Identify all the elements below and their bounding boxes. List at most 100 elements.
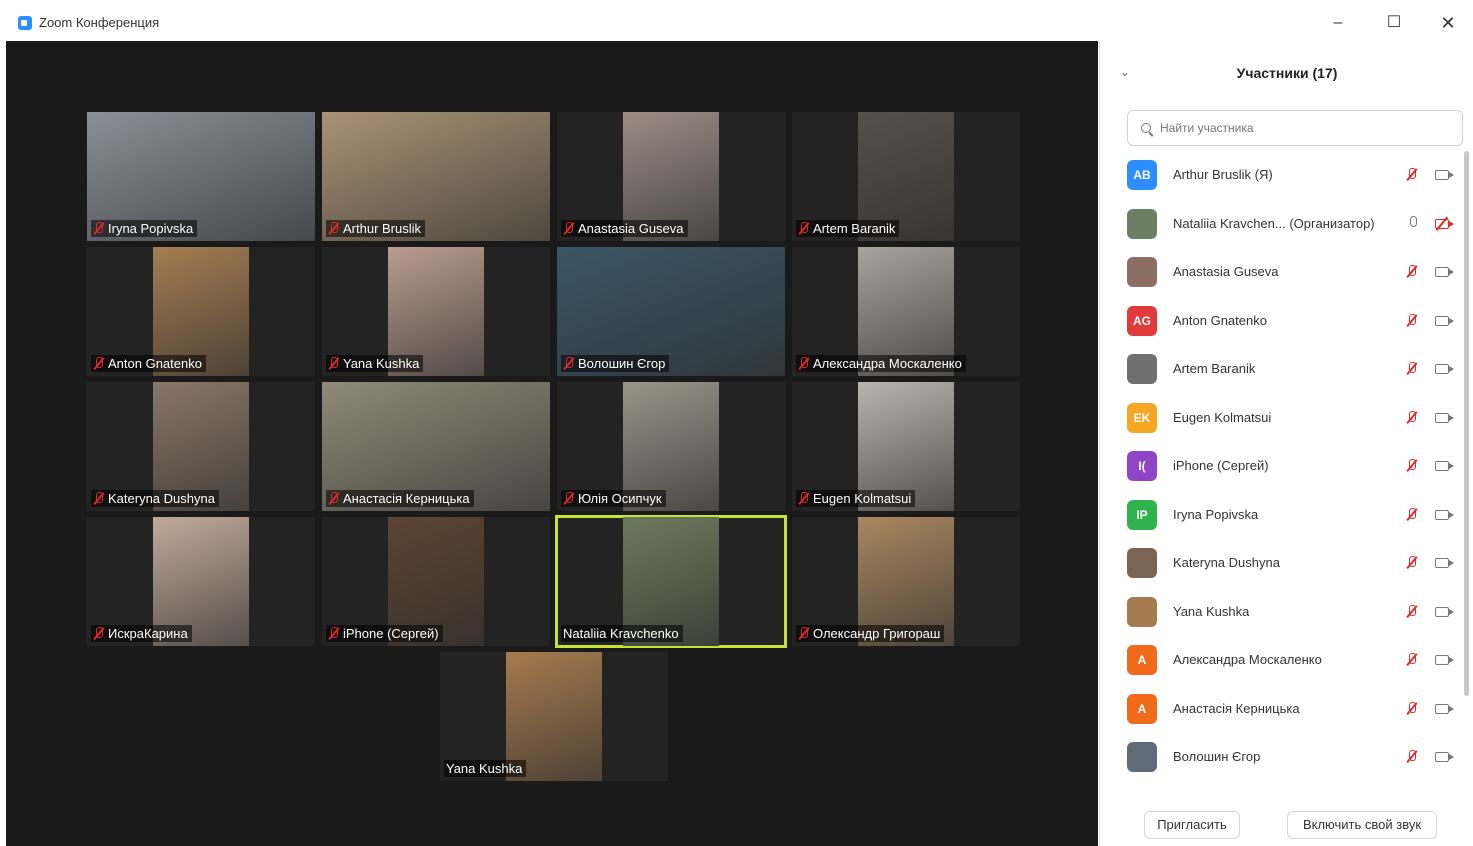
video-nameplate: Александра Москаленко (796, 355, 966, 372)
camera-icon[interactable] (1435, 364, 1454, 374)
avatar: A (1127, 693, 1157, 724)
video-tile[interactable]: Artem Baranik (792, 112, 1020, 241)
video-tile[interactable]: Iryna Popivska (87, 112, 315, 241)
camera-icon[interactable] (1435, 752, 1454, 762)
video-tile[interactable]: Kateryna Dushyna (87, 382, 315, 511)
participant-name: Arthur Bruslik (343, 221, 422, 236)
video-tile[interactable]: iPhone (Сергей) (322, 517, 550, 646)
participant-row[interactable]: Artem Baranik (1100, 345, 1473, 393)
video-nameplate: Олександр Григораш (796, 625, 945, 642)
participant-name: Анастасія Керницька (343, 491, 470, 506)
video-tile[interactable]: Yana Kushka (440, 652, 668, 781)
avatar: AG (1127, 305, 1157, 336)
video-tile[interactable]: Anton Gnatenko (87, 247, 315, 376)
camera-icon[interactable] (1435, 170, 1454, 180)
participant-row[interactable]: Kateryna Dushyna (1100, 539, 1473, 587)
unmute-self-button[interactable]: Включить свой звук (1287, 811, 1437, 839)
video-tile[interactable]: Arthur Bruslik (322, 112, 550, 241)
muted-mic-icon[interactable] (1406, 313, 1417, 327)
participant-name: Kateryna Dushyna (108, 491, 215, 506)
camera-icon[interactable] (1435, 461, 1454, 471)
mic-icon[interactable] (1410, 215, 1417, 227)
muted-mic-icon[interactable] (1406, 410, 1417, 424)
invite-button[interactable]: Пригласить (1144, 811, 1240, 839)
video-nameplate: Eugen Kolmatsui (796, 490, 916, 507)
camera-icon[interactable] (1435, 655, 1454, 665)
participant-search-input[interactable] (1127, 110, 1463, 146)
video-tile[interactable]: Анастасія Керницька (322, 382, 550, 511)
avatar (1127, 354, 1157, 384)
participant-name: Анастасія Керницька (1173, 700, 1300, 716)
camera-off-icon[interactable] (1435, 218, 1454, 229)
muted-mic-icon (93, 627, 104, 640)
video-tile[interactable]: Александра Москаленко (792, 247, 1020, 376)
video-nameplate: iPhone (Сергей) (326, 625, 443, 642)
camera-icon[interactable] (1435, 509, 1454, 520)
muted-mic-icon (798, 222, 809, 235)
participant-row[interactable]: EK Eugen Kolmatsui (1100, 394, 1473, 442)
video-nameplate: Artem Baranik (796, 220, 900, 237)
video-tile[interactable]: ИскраКарина (87, 517, 315, 646)
minimize-button[interactable]: – (1318, 10, 1358, 36)
participant-row[interactable]: A Анастасія Керницька (1100, 685, 1473, 733)
participant-row[interactable]: Anastasia Guseva (1100, 248, 1473, 296)
participant-name: Олександр Григораш (813, 626, 941, 641)
muted-mic-icon[interactable] (1406, 556, 1417, 569)
camera-icon[interactable] (1435, 606, 1454, 617)
zoom-app-icon (18, 16, 32, 30)
muted-mic-icon[interactable] (1406, 168, 1417, 181)
camera-icon[interactable] (1435, 412, 1454, 423)
camera-icon[interactable] (1435, 315, 1454, 326)
participant-row[interactable]: Волошин Єгор (1100, 733, 1473, 781)
participant-row[interactable]: A Александра Москаленко (1100, 636, 1473, 684)
participant-name: Artem Baranik (1173, 361, 1256, 376)
participant-row[interactable]: I(iPhone (Сергей) (1100, 442, 1473, 490)
muted-mic-icon[interactable] (1406, 653, 1417, 666)
muted-mic-icon[interactable] (1406, 459, 1417, 472)
window-title: Zoom Конференция (39, 15, 160, 30)
participant-name: Волошин Єгор (1173, 749, 1261, 764)
participant-name: Anastasia Guseva (1173, 264, 1279, 279)
video-tile[interactable]: Волошин Єгор (557, 247, 785, 376)
participant-list-scrollbar[interactable] (1464, 151, 1469, 696)
participant-name: Александра Москаленко (813, 356, 962, 371)
muted-mic-icon[interactable] (1406, 701, 1417, 715)
participant-name: Anton Gnatenko (108, 356, 202, 371)
participant-row[interactable]: Nataliia Kravchen... (Организатор) (1100, 200, 1473, 248)
muted-mic-icon[interactable] (1406, 265, 1417, 278)
participant-row[interactable]: IP Iryna Popivska (1100, 491, 1473, 539)
participant-row[interactable]: Yana Kushka (1100, 588, 1473, 636)
avatar: EK (1127, 402, 1157, 433)
avatar: IP (1127, 499, 1157, 530)
close-button[interactable]: ✕ (1428, 10, 1468, 36)
video-tile[interactable]: Anastasia Guseva (557, 112, 785, 241)
video-nameplate: Yana Kushka (326, 355, 424, 372)
video-tile[interactable]: Eugen Kolmatsui (792, 382, 1020, 511)
muted-mic-icon (798, 357, 809, 370)
video-nameplate: Волошин Єгор (561, 355, 670, 372)
participant-row[interactable]: AB Arthur Bruslik (Я) (1100, 151, 1473, 199)
muted-mic-icon[interactable] (1406, 604, 1417, 618)
camera-icon[interactable] (1435, 703, 1454, 714)
camera-icon[interactable] (1435, 267, 1454, 277)
video-tile[interactable]: Юлія Осипчук (557, 382, 785, 511)
participant-row[interactable]: AG Anton Gnatenko (1100, 297, 1473, 345)
video-nameplate: Iryna Popivska (91, 220, 198, 237)
video-tile[interactable]: Yana Kushka (322, 247, 550, 376)
participant-name: iPhone (Сергей) (343, 626, 439, 641)
video-nameplate: ИскраКарина (91, 625, 192, 642)
muted-mic-icon (328, 357, 339, 370)
camera-icon[interactable] (1435, 558, 1454, 568)
avatar (1127, 742, 1157, 772)
muted-mic-icon[interactable] (1406, 362, 1417, 375)
maximize-button[interactable]: ☐ (1374, 10, 1414, 36)
muted-mic-icon (798, 492, 809, 505)
muted-mic-icon (328, 492, 339, 505)
muted-mic-icon[interactable] (1406, 507, 1417, 521)
muted-mic-icon[interactable] (1406, 750, 1417, 763)
video-tile[interactable]: Олександр Григораш (792, 517, 1020, 646)
video-nameplate: Kateryna Dushyna (91, 490, 219, 507)
participant-name: Anastasia Guseva (578, 221, 684, 236)
participant-name: Александра Москаленко (1173, 652, 1322, 667)
video-tile[interactable]: Nataliia Kravchenko (555, 515, 787, 648)
